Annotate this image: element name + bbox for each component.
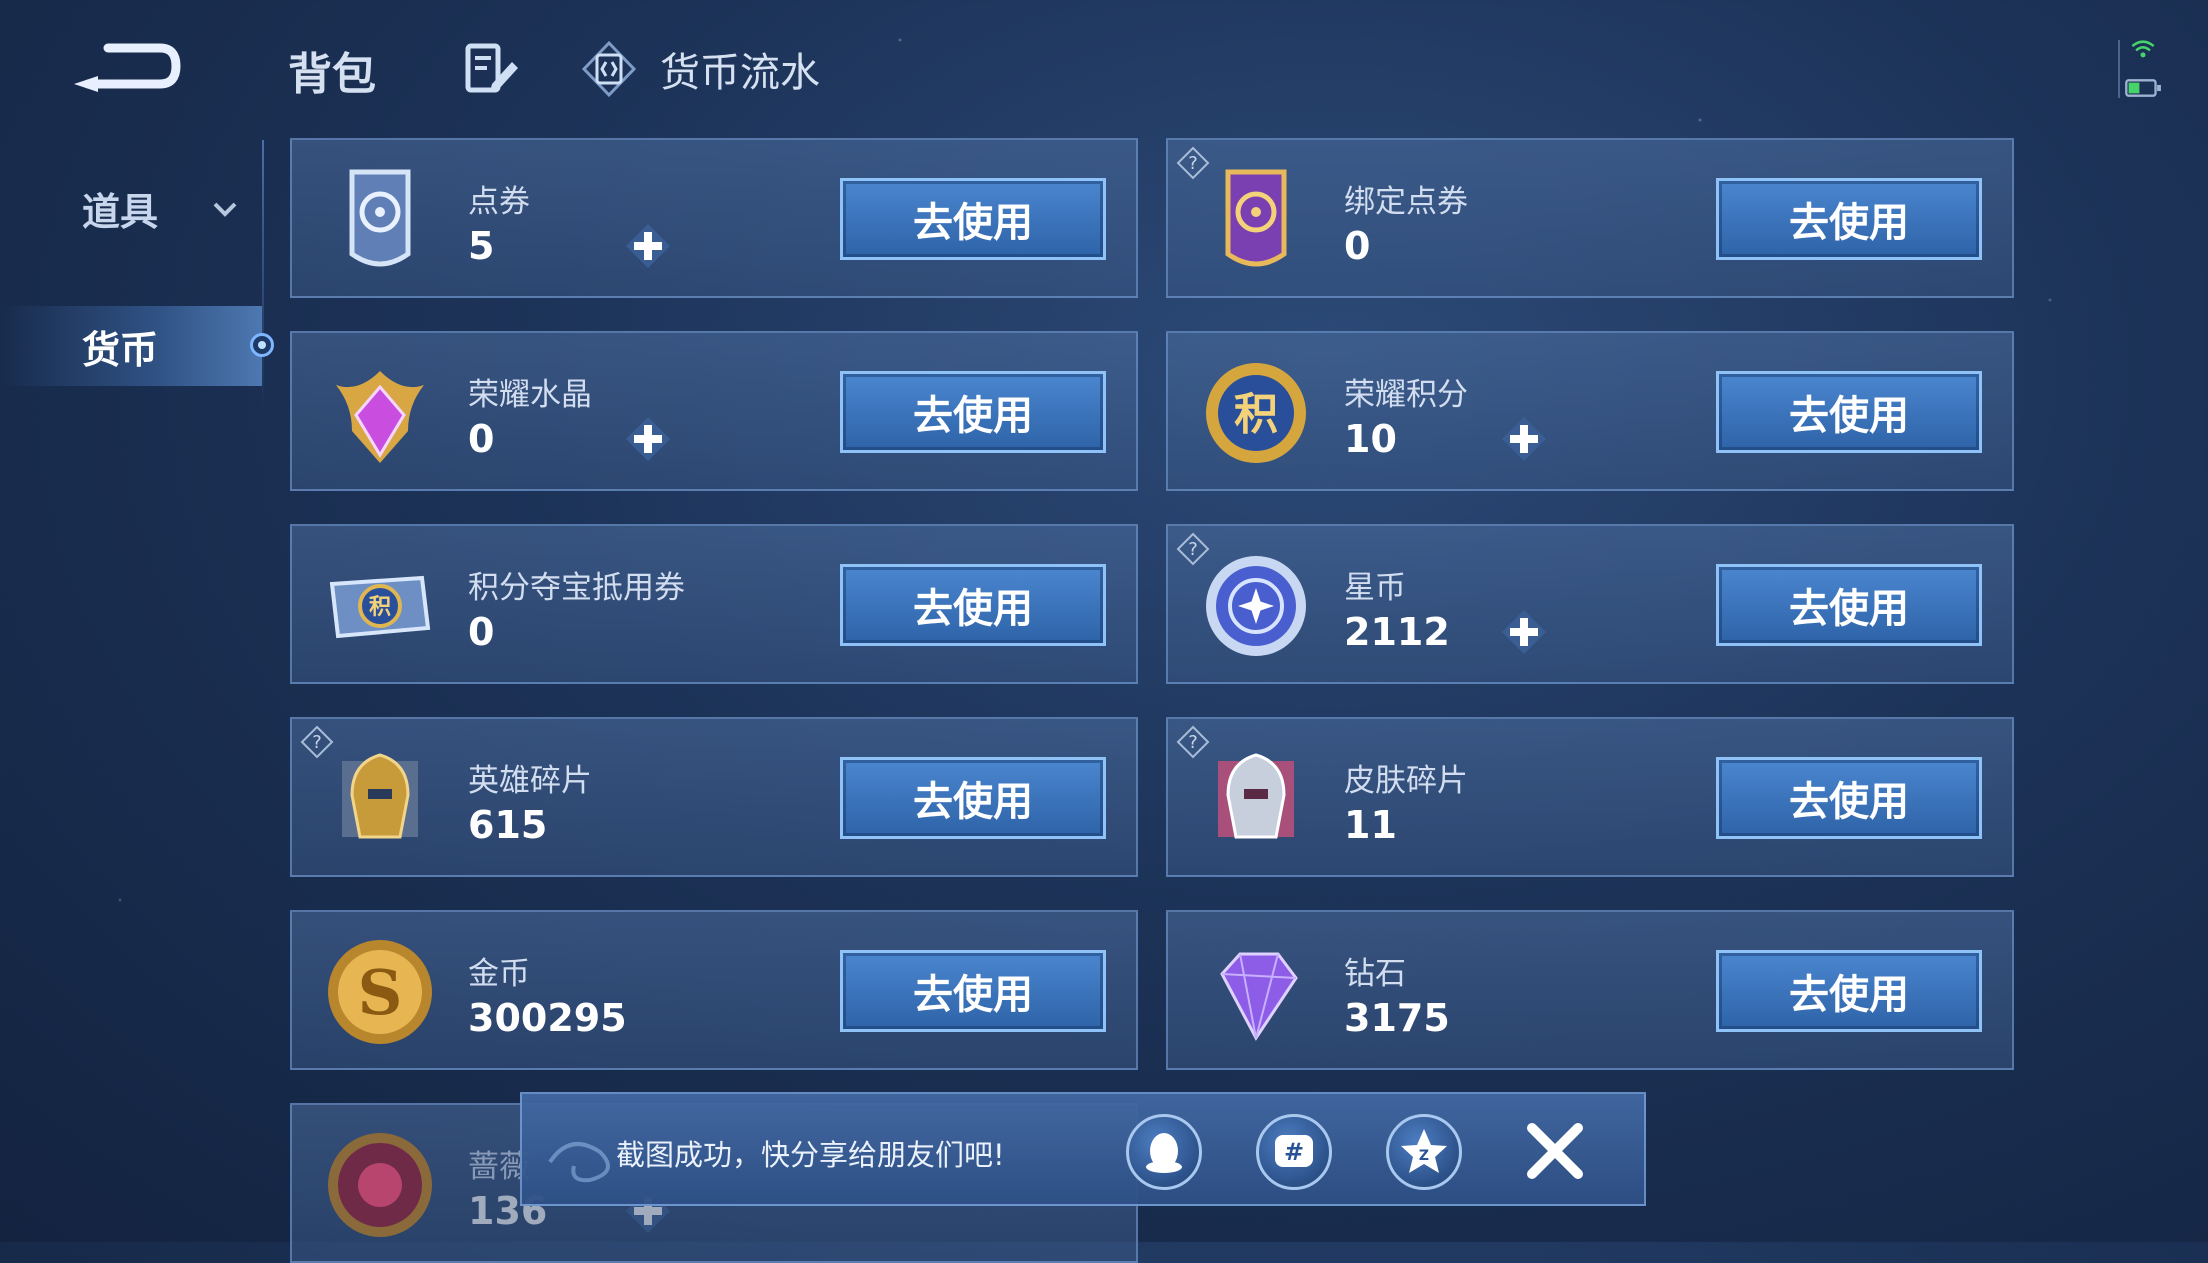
currency-card-star-coin: ? 星币 2112 去使用 — [1166, 524, 2014, 684]
coupon-icon — [349, 169, 411, 267]
currency-name: 荣耀积分 — [1344, 377, 1468, 413]
svg-text:?: ? — [1188, 732, 1198, 753]
share-qzone-button[interactable]: Z — [1386, 1114, 1462, 1190]
use-button[interactable]: 去使用 — [1716, 757, 1982, 839]
currency-card-diamond: 钻石 3175 去使用 — [1166, 910, 2014, 1070]
glory-points-icon: 积 — [1206, 363, 1306, 463]
use-button[interactable]: 去使用 — [840, 178, 1106, 260]
currency-name: 星币 — [1344, 570, 1406, 606]
gold-coin-icon: S — [328, 940, 432, 1044]
svg-text:#: # — [1284, 1138, 1304, 1166]
currency-name: 点券 — [468, 184, 530, 220]
diamond-icon — [1220, 952, 1298, 1041]
use-button[interactable]: 去使用 — [840, 564, 1106, 646]
currency-card-glory-points: 积 荣耀积分 10 去使用 — [1166, 331, 2014, 491]
currency-value: 0 — [468, 417, 495, 461]
glory-crystal-icon — [336, 371, 424, 463]
currency-name: 金币 — [468, 956, 530, 992]
status-indicators — [2118, 36, 2168, 106]
hero-fragment-icon — [342, 753, 418, 839]
use-button[interactable]: 去使用 — [840, 950, 1106, 1032]
plus-icon[interactable] — [622, 220, 674, 272]
use-button[interactable]: 去使用 — [1716, 371, 1982, 453]
chevron-down-icon — [213, 202, 237, 217]
currency-value: 11 — [1344, 803, 1397, 847]
tab-bag[interactable]: 背包 — [288, 38, 376, 102]
currency-name: 荣耀水晶 — [468, 377, 592, 413]
use-button[interactable]: 去使用 — [1716, 564, 1982, 646]
plus-icon[interactable] — [1498, 606, 1550, 658]
selected-indicator — [250, 333, 274, 357]
currency-value: 0 — [468, 610, 495, 654]
currency-flow-tab[interactable]: 货币流水 — [580, 38, 820, 100]
currency-card-points-voucher: 积 积分夺宝抵用券 0 去使用 — [290, 524, 1138, 684]
svg-text:积: 积 — [1234, 389, 1278, 440]
svg-text:Z: Z — [1419, 1148, 1429, 1164]
currency-card-bound-coupon: ? 绑定点券 0 去使用 — [1166, 138, 2014, 298]
currency-value: 300295 — [468, 996, 627, 1040]
use-button[interactable]: 去使用 — [840, 371, 1106, 453]
star-coin-icon — [1206, 556, 1306, 656]
currency-flow-label: 货币流水 — [660, 50, 820, 96]
wifi-icon — [2131, 40, 2155, 58]
currency-name: 钻石 — [1344, 956, 1406, 992]
currency-value: 10 — [1344, 417, 1397, 461]
currency-value: 2112 — [1344, 610, 1450, 654]
points-voucher-icon: 积 — [329, 575, 431, 639]
share-hashtag-button[interactable]: # — [1256, 1114, 1332, 1190]
currency-card-skin-fragment: ? 皮肤碎片 11 去使用 — [1166, 717, 2014, 877]
use-button[interactable]: 去使用 — [1716, 950, 1982, 1032]
svg-text:?: ? — [1188, 153, 1198, 174]
hashtag-icon: # — [1275, 1135, 1313, 1167]
edit-list-icon[interactable] — [462, 40, 520, 98]
skin-fragment-icon — [1218, 753, 1294, 839]
currency-value: 5 — [468, 224, 495, 268]
plus-icon[interactable] — [622, 413, 674, 465]
svg-text:S: S — [358, 956, 403, 1029]
currency-card-gold-coin: S 金币 300295 去使用 — [290, 910, 1138, 1070]
use-button[interactable]: 去使用 — [840, 757, 1106, 839]
battery-icon — [2125, 79, 2161, 97]
sidebar-item-currency[interactable]: 货币 — [0, 306, 262, 386]
sidebar-item-label: 货币 — [82, 327, 159, 372]
plus-icon[interactable] — [1498, 413, 1550, 465]
currency-card-glory-crystal: 荣耀水晶 0 去使用 — [290, 331, 1138, 491]
currency-name: 积分夺宝抵用券 — [468, 570, 685, 606]
svg-text:积: 积 — [369, 595, 391, 620]
sidebar-divider — [262, 140, 264, 410]
svg-text:?: ? — [1188, 539, 1198, 560]
close-icon[interactable] — [1522, 1118, 1588, 1184]
use-button[interactable]: 去使用 — [1716, 178, 1982, 260]
share-qq-button[interactable] — [1126, 1114, 1202, 1190]
currency-value: 0 — [1344, 224, 1371, 268]
back-arrow-icon[interactable] — [68, 36, 183, 96]
sidebar-item-label: 道具 — [82, 189, 159, 234]
rose-coin-icon — [328, 1133, 432, 1237]
currency-name: 皮肤碎片 — [1344, 763, 1468, 799]
qzone-star-icon: Z — [1401, 1129, 1447, 1173]
toast-message: 截图成功，快分享给朋友们吧! — [616, 1138, 1005, 1172]
currency-name: 绑定点券 — [1344, 184, 1468, 220]
currency-value: 3175 — [1344, 996, 1450, 1040]
currency-flow-icon — [580, 40, 638, 98]
currency-card-coupon: 点券 5 去使用 — [290, 138, 1138, 298]
sidebar-item-tools[interactable]: 道具 — [0, 168, 262, 248]
qq-icon — [1146, 1133, 1182, 1173]
screenshot-share-toast: 截图成功，快分享给朋友们吧! # Z — [520, 1092, 1646, 1206]
svg-text:?: ? — [312, 732, 322, 753]
bound-coupon-icon — [1225, 169, 1287, 267]
currency-card-hero-fragment: ? 英雄碎片 615 去使用 — [290, 717, 1138, 877]
currency-name: 英雄碎片 — [468, 763, 592, 799]
currency-value: 615 — [468, 803, 548, 847]
